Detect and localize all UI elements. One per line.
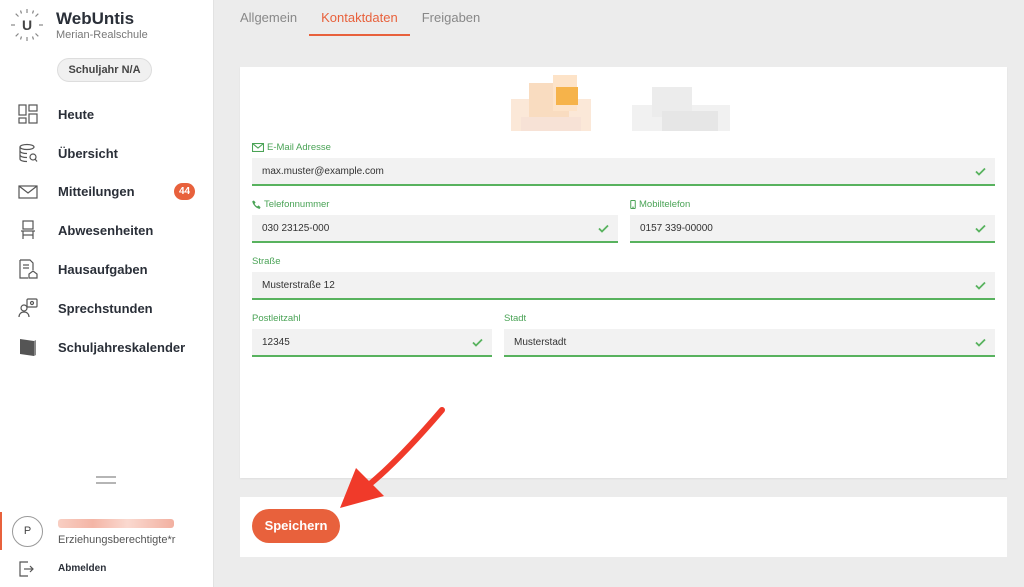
nav-label: Heute (58, 106, 95, 122)
avatar: P (12, 516, 43, 547)
nav-label: Abwesenheiten (58, 223, 154, 239)
user-profile[interactable]: P Erziehungsberechtigte*r (0, 512, 214, 552)
nav-label: Schuljahreskalender (58, 339, 186, 355)
tab-kontaktdaten[interactable]: Kontaktdaten (309, 0, 410, 36)
logout-icon (19, 561, 34, 577)
zip-label: Postleitzahl (252, 313, 301, 324)
nav-label: Sprechstunden (58, 300, 153, 316)
street-field[interactable]: Musterstraße 12 (252, 272, 995, 300)
tab-freigaben[interactable]: Freigaben (410, 0, 493, 36)
chair-icon (21, 220, 35, 240)
nav-item-mitteilungen[interactable]: Mitteilungen 44 (0, 173, 214, 212)
phone-icon (252, 200, 261, 209)
consultation-icon (18, 298, 38, 318)
nav-item-uebersicht[interactable]: Übersicht (0, 134, 214, 173)
calendar-icon (20, 338, 36, 356)
mail-icon (252, 143, 264, 152)
svg-text:U: U (22, 17, 32, 33)
street-value: Musterstraße 12 (262, 280, 335, 291)
nav-label: Hausaufgaben (58, 262, 148, 278)
check-icon (975, 338, 986, 347)
email-field[interactable]: max.muster@example.com (252, 158, 995, 186)
sidebar: U WebUntis Merian-Realschule Schuljahr N… (0, 0, 214, 587)
homework-icon (19, 259, 38, 279)
tab-bar: Allgemein Kontaktdaten Freigaben (228, 0, 492, 36)
unread-badge: 44 (174, 183, 195, 201)
phone-value: 030 23125-000 (262, 223, 330, 234)
school-name: Merian-Realschule (56, 28, 148, 41)
tab-allgemein[interactable]: Allgemein (228, 0, 309, 36)
profile-image-redacted (511, 75, 591, 131)
logout-label: Abmelden (58, 563, 107, 574)
mobile-field[interactable]: 0157 339-00000 (630, 215, 995, 243)
webuntis-logo-icon: U (10, 8, 44, 42)
main-nav: Heute Übersicht Mitteilungen 44 Abwesenh… (0, 95, 214, 367)
mobile-value: 0157 339-00000 (640, 223, 713, 234)
check-icon (975, 281, 986, 290)
school-year-button[interactable]: Schuljahr N/A (57, 58, 152, 82)
email-label-text: E-Mail Adresse (267, 142, 331, 153)
email-value: max.muster@example.com (262, 166, 384, 177)
collapse-sidebar-icon[interactable] (96, 476, 116, 488)
zip-value: 12345 (262, 337, 290, 348)
profile-name-redacted (632, 87, 730, 131)
check-icon (598, 224, 609, 233)
mobile-label: Mobiltelefon (630, 199, 690, 210)
street-label: Straße (252, 256, 281, 267)
phone-label-text: Telefonnummer (264, 199, 330, 210)
street-label-text: Straße (252, 256, 281, 267)
nav-label: Übersicht (58, 145, 118, 161)
phone-label: Telefonnummer (252, 199, 329, 210)
logo[interactable]: U WebUntis Merian-Realschule (10, 8, 148, 42)
email-label: E-Mail Adresse (252, 142, 331, 153)
zip-field[interactable]: 12345 (252, 329, 492, 357)
overview-icon (19, 143, 38, 162)
city-label: Stadt (504, 313, 526, 324)
logout-button[interactable]: Abmelden (0, 558, 214, 580)
nav-label: Mitteilungen (58, 184, 135, 200)
nav-item-sprechstunden[interactable]: Sprechstunden (0, 289, 214, 328)
city-label-text: Stadt (504, 313, 527, 324)
phone-field[interactable]: 030 23125-000 (252, 215, 618, 243)
save-button[interactable]: Speichern (252, 509, 340, 543)
user-role: Erziehungsberechtigte*r (58, 534, 176, 546)
nav-item-heute[interactable]: Heute (0, 95, 214, 134)
check-icon (472, 338, 483, 347)
nav-item-hausaufgaben[interactable]: Hausaufgaben (0, 250, 214, 289)
nav-item-schuljahreskalender[interactable]: Schuljahreskalender (0, 328, 214, 367)
user-name-redacted (58, 519, 174, 528)
nav-item-abwesenheiten[interactable]: Abwesenheiten (0, 211, 214, 250)
city-value: Musterstadt (514, 337, 567, 348)
dashboard-icon (18, 104, 38, 124)
active-indicator (0, 512, 2, 550)
annotation-arrow-icon (340, 407, 445, 508)
mail-icon (18, 184, 38, 199)
zip-label-text: Postleitzahl (252, 313, 301, 324)
check-icon (975, 167, 986, 176)
mobile-label-text: Mobiltelefon (639, 199, 691, 210)
check-icon (975, 224, 986, 233)
app-title: WebUntis (56, 8, 135, 28)
mobile-phone-icon (630, 200, 636, 209)
city-field[interactable]: Musterstadt (504, 329, 995, 357)
